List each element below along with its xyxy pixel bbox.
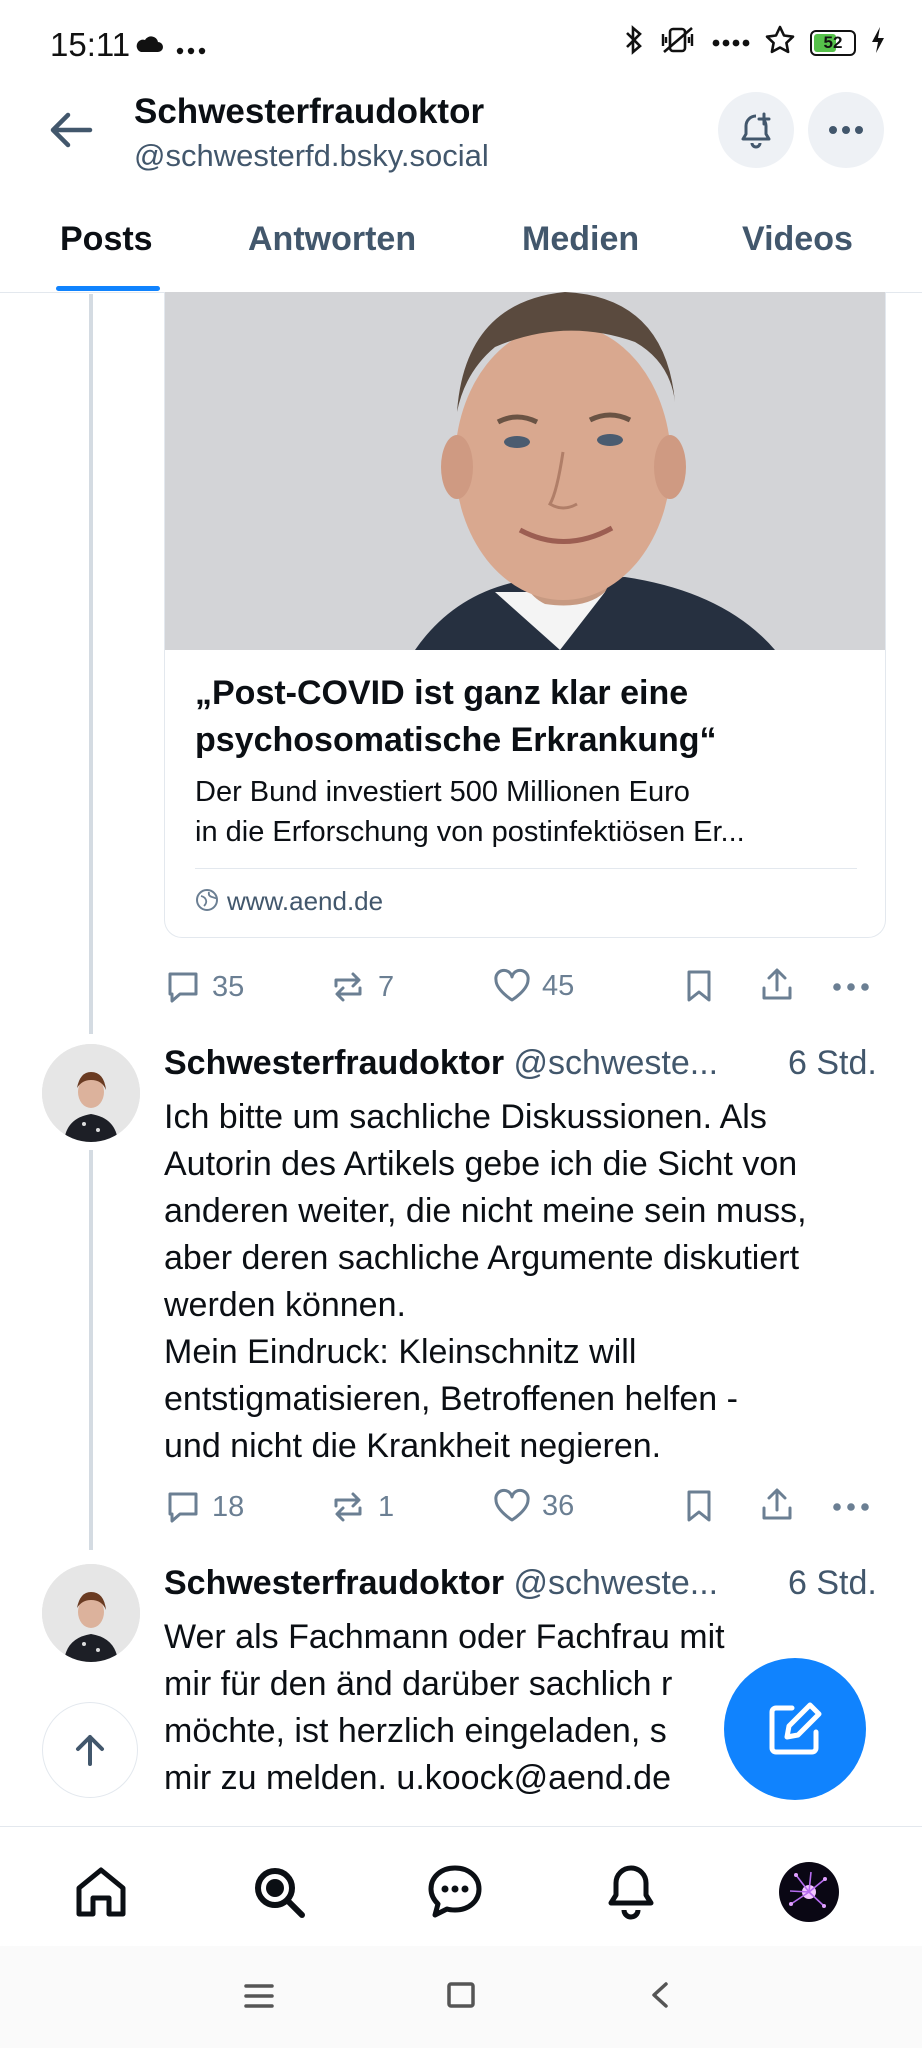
thread-line bbox=[89, 1150, 93, 1550]
pencil-square-icon bbox=[769, 1702, 822, 1755]
speech-bubble-icon bbox=[168, 1492, 198, 1523]
arrow-left-icon bbox=[50, 112, 93, 148]
signal-dots-icon bbox=[712, 34, 750, 52]
like-count: 36 bbox=[542, 1489, 575, 1522]
share-icon bbox=[762, 1488, 792, 1520]
post-more-button[interactable] bbox=[832, 982, 870, 992]
profile-handle: @schwesterfd.bsky.social bbox=[134, 138, 489, 173]
ellipsis-icon bbox=[833, 1503, 869, 1511]
post-author[interactable]: Schwesterfraudoktor bbox=[164, 1564, 504, 1602]
post-timestamp: 6 Std. bbox=[788, 1044, 877, 1082]
scroll-to-top-button[interactable] bbox=[42, 1702, 138, 1798]
home-square-icon[interactable] bbox=[446, 1980, 476, 2015]
tab-posts[interactable]: Posts bbox=[60, 220, 153, 259]
heart-icon bbox=[494, 968, 530, 1002]
bookmark-button[interactable] bbox=[684, 968, 714, 1004]
link-preview-image bbox=[165, 292, 885, 650]
ellipsis-icon bbox=[833, 983, 869, 991]
like-button[interactable]: 36 bbox=[492, 1488, 574, 1524]
nav-search[interactable] bbox=[244, 1857, 314, 1927]
home-icon bbox=[76, 1867, 126, 1917]
tab-videos[interactable]: Videos bbox=[742, 220, 853, 259]
repost-icon bbox=[334, 1492, 362, 1522]
cloud-icon bbox=[134, 34, 164, 59]
tab-medien[interactable]: Medien bbox=[522, 220, 639, 259]
chat-bubble-icon bbox=[428, 1865, 482, 1918]
globe-icon bbox=[196, 889, 218, 911]
post-author[interactable]: Schwesterfraudoktor bbox=[164, 1044, 504, 1082]
avatar[interactable] bbox=[42, 1044, 140, 1142]
reply-button[interactable]: 18 bbox=[164, 1488, 244, 1526]
battery-level: 52 bbox=[823, 32, 843, 52]
share-button[interactable] bbox=[758, 966, 796, 1004]
nav-profile[interactable] bbox=[774, 1857, 844, 1927]
repost-icon bbox=[334, 972, 362, 1002]
status-time: 15:11 bbox=[50, 26, 131, 63]
more-notifications-icon bbox=[176, 42, 206, 60]
repost-button[interactable]: 1 bbox=[328, 1488, 394, 1526]
like-count: 45 bbox=[542, 969, 575, 1002]
nav-notifications[interactable] bbox=[596, 1857, 666, 1927]
bookmark-button[interactable] bbox=[684, 1488, 714, 1524]
reply-count: 18 bbox=[212, 1490, 245, 1523]
link-card-domain: www.aend.de bbox=[227, 886, 384, 916]
post-header: Schwesterfraudoktor @schweste... bbox=[164, 1564, 718, 1603]
thread-line bbox=[89, 294, 93, 1034]
link-card-description: Der Bund investiert 500 Millionen Euro i… bbox=[195, 772, 845, 852]
reply-count: 35 bbox=[212, 970, 245, 1003]
link-preview-card[interactable]: „Post-COVID ist ganz klar eine psychosom… bbox=[164, 292, 886, 938]
post-timestamp: 6 Std. bbox=[788, 1564, 877, 1602]
share-button[interactable] bbox=[758, 1486, 796, 1524]
bell-plus-icon bbox=[741, 112, 771, 149]
search-icon bbox=[255, 1868, 305, 1918]
subscribe-notifications-button[interactable] bbox=[718, 92, 794, 168]
repost-count: 1 bbox=[378, 1490, 395, 1523]
status-icons: 52 bbox=[624, 24, 886, 61]
nav-chat[interactable] bbox=[420, 1857, 490, 1927]
repost-button[interactable]: 7 bbox=[328, 968, 394, 1006]
post-text: Ich bitte um sachliche Diskussionen. Als… bbox=[164, 1098, 807, 1465]
status-bar: 15:11 52 bbox=[0, 0, 922, 90]
arrow-up-icon bbox=[76, 1735, 104, 1766]
back-chevron-icon[interactable] bbox=[648, 1980, 672, 2015]
avatar[interactable] bbox=[42, 1564, 140, 1662]
profile-avatar-icon bbox=[779, 1862, 839, 1922]
post-more-button[interactable] bbox=[832, 1502, 870, 1512]
charging-icon bbox=[870, 26, 886, 59]
vibrate-off-icon bbox=[658, 24, 698, 61]
bookmark-icon bbox=[687, 970, 711, 1002]
post-handle[interactable]: @schweste... bbox=[514, 1564, 719, 1602]
share-icon bbox=[762, 968, 792, 1000]
profile-display-name: Schwesterfraudoktor bbox=[134, 92, 485, 131]
link-card-title: „Post-COVID ist ganz klar eine psychosom… bbox=[195, 674, 717, 759]
like-button[interactable]: 45 bbox=[492, 968, 574, 1004]
bluetooth-icon bbox=[624, 24, 644, 61]
compose-post-button[interactable] bbox=[724, 1658, 866, 1800]
post-handle[interactable]: @schweste... bbox=[514, 1044, 719, 1082]
star-icon bbox=[764, 24, 796, 61]
tab-antworten[interactable]: Antworten bbox=[248, 220, 416, 259]
nav-home[interactable] bbox=[66, 1857, 136, 1927]
post-header: Schwesterfraudoktor @schweste... bbox=[164, 1044, 718, 1083]
bookmark-icon bbox=[687, 1490, 711, 1522]
link-card-description-line: in die Erforschung von postinfektiösen E… bbox=[195, 816, 745, 848]
back-button[interactable] bbox=[44, 102, 100, 158]
battery-icon: 52 bbox=[810, 29, 856, 56]
system-navigation-bar bbox=[0, 1946, 922, 2048]
bottom-navigation bbox=[0, 1826, 922, 1946]
heart-icon bbox=[494, 1488, 530, 1522]
bell-icon bbox=[608, 1865, 654, 1920]
speech-bubble-icon bbox=[168, 972, 198, 1003]
link-card-divider bbox=[195, 868, 857, 869]
more-options-button[interactable] bbox=[808, 92, 884, 168]
active-tab-indicator bbox=[56, 286, 160, 291]
link-card-description-line: Der Bund investiert 500 Millionen Euro bbox=[195, 776, 690, 808]
ellipsis-icon bbox=[829, 126, 863, 134]
repost-count: 7 bbox=[378, 970, 395, 1003]
menu-icon[interactable] bbox=[244, 1982, 274, 2015]
reply-button[interactable]: 35 bbox=[164, 968, 244, 1006]
